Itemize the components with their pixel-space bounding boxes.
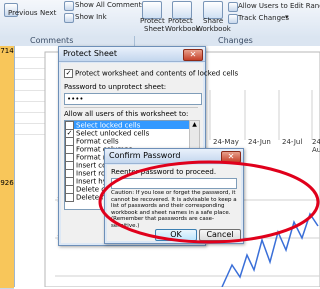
list-item[interactable]: Format cells bbox=[65, 137, 189, 146]
confirm-password-input[interactable] bbox=[111, 178, 237, 189]
divider bbox=[64, 107, 198, 108]
allow-users-label: Allow all users of this worksheet to: bbox=[64, 110, 189, 118]
close-icon[interactable]: ✕ bbox=[183, 49, 203, 61]
protect-worksheet-label: Protect worksheet and contents of locked… bbox=[75, 69, 239, 78]
list-item[interactable]: ✓ Select locked cells bbox=[65, 121, 189, 130]
chart-date-label: 24-May bbox=[213, 138, 239, 146]
close-icon[interactable]: ✕ bbox=[221, 151, 241, 163]
reenter-label: Reenter password to proceed. bbox=[111, 168, 217, 176]
confirm-password-dialog: Confirm Password ✕ Reenter password to p… bbox=[104, 148, 244, 244]
password-input[interactable]: •••• bbox=[64, 93, 202, 105]
password-label: Password to unprotect sheet: bbox=[64, 83, 167, 91]
protect-worksheet-checkbox-row[interactable]: ✓ Protect worksheet and contents of locke… bbox=[64, 69, 238, 78]
checkbox-checked-icon[interactable]: ✓ bbox=[64, 69, 73, 78]
chart-date-label: 24-Jul bbox=[282, 138, 303, 146]
caution-text: Caution: If you lose or forget the passw… bbox=[111, 190, 237, 229]
chart-date-label: 24-Aug bbox=[312, 138, 320, 154]
chart-date-label: 24-Jun bbox=[248, 138, 271, 146]
cancel-button[interactable]: Cancel bbox=[199, 229, 241, 241]
list-item[interactable]: ✓ Select unlocked cells bbox=[65, 129, 189, 138]
ok-button[interactable]: OK bbox=[155, 229, 197, 241]
scroll-up-icon[interactable]: ▲ bbox=[190, 121, 199, 128]
confirm-password-body: Reenter password to proceed. Caution: If… bbox=[107, 165, 241, 241]
checkbox-icon[interactable] bbox=[65, 193, 74, 202]
